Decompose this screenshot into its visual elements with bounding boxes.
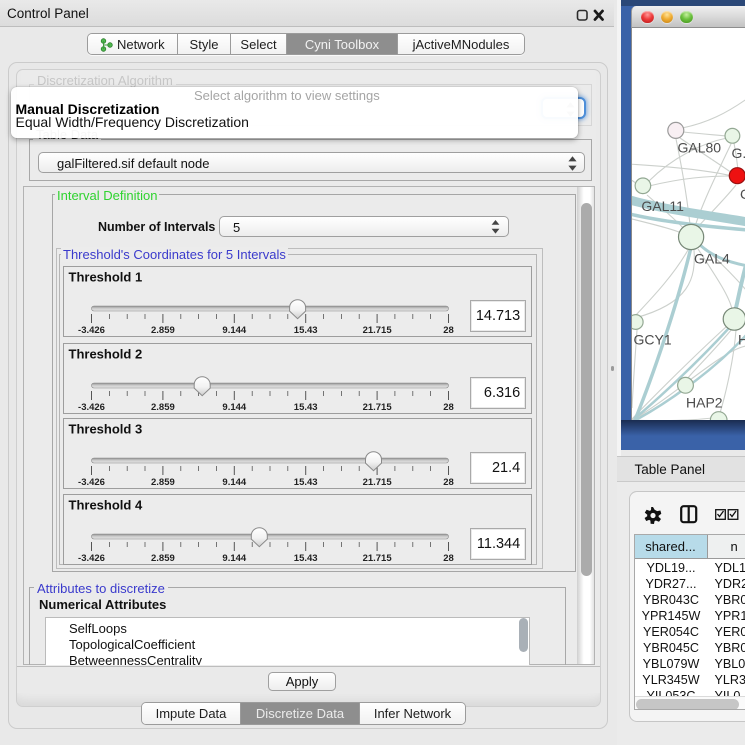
svg-text:Threshold 2: Threshold 2 [68,346,142,361]
svg-text:-3.426: -3.426 [78,402,105,413]
svg-text:2.859: 2.859 [151,477,175,488]
svg-text:28: 28 [443,553,454,564]
svg-text:C: C [740,186,745,202]
svg-text:GAL4: GAL4 [694,250,730,266]
svg-text:9.144: 9.144 [222,402,246,413]
svg-text:9.144: 9.144 [222,477,246,488]
svg-text:Threshold 1: Threshold 1 [68,270,142,285]
svg-text:GAL80: GAL80 [678,139,722,155]
svg-text:21.715: 21.715 [362,402,392,413]
svg-text:Threshold 4: Threshold 4 [68,497,142,512]
svg-text:HAP2: HAP2 [686,394,723,410]
svg-text:28: 28 [443,402,454,413]
svg-text:28: 28 [443,325,454,336]
svg-text:-3.426: -3.426 [78,553,105,564]
svg-text:15.43: 15.43 [293,402,317,413]
svg-text:G..: G.. [732,145,745,161]
svg-text:21.715: 21.715 [362,553,392,564]
svg-text:GCY1: GCY1 [634,331,672,347]
svg-text:9.144: 9.144 [222,553,246,564]
svg-text:15.43: 15.43 [293,553,317,564]
svg-text:2.859: 2.859 [151,402,175,413]
svg-text:9.144: 9.144 [222,325,246,336]
svg-text:H: H [738,331,745,347]
svg-text:-3.426: -3.426 [78,477,105,488]
svg-text:21.715: 21.715 [362,477,392,488]
svg-text:Threshold 3: Threshold 3 [68,422,142,437]
svg-text:21.715: 21.715 [362,325,392,336]
svg-text:28: 28 [443,477,454,488]
svg-text:-3.426: -3.426 [78,325,105,336]
svg-text:2.859: 2.859 [151,325,175,336]
svg-text:15.43: 15.43 [293,325,317,336]
svg-text:GAL11: GAL11 [641,198,684,214]
svg-text:2.859: 2.859 [151,553,175,564]
svg-text:15.43: 15.43 [293,477,317,488]
